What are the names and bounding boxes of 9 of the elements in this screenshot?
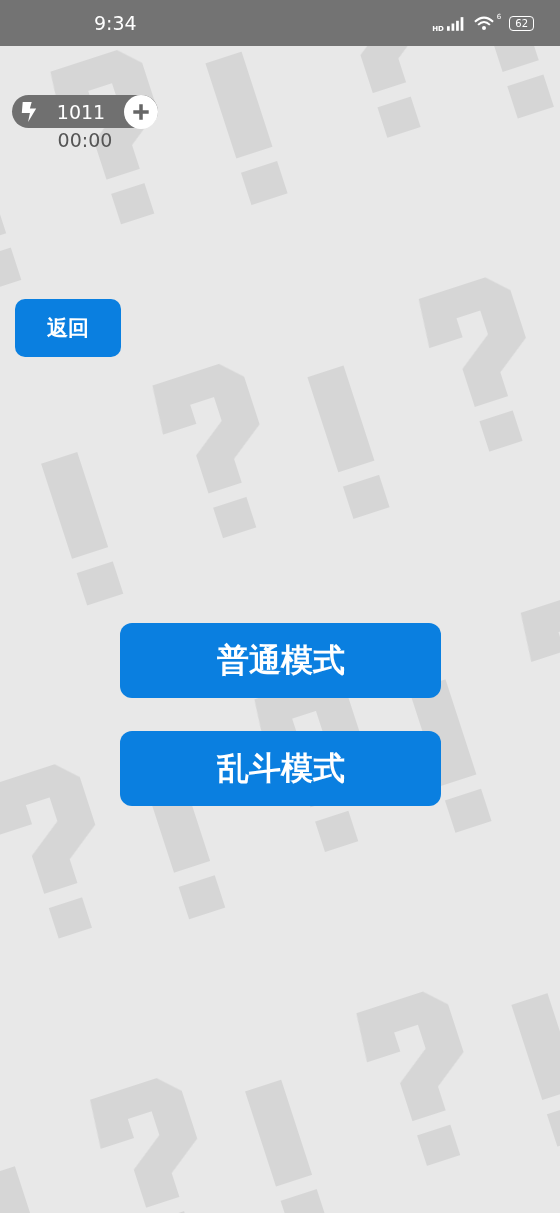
mode-button[interactable]: 乱斗模式	[120, 731, 441, 806]
lightning-icon	[20, 100, 38, 123]
back-button[interactable]: 返回	[15, 299, 121, 357]
battery-icon: 62	[509, 15, 534, 31]
status-time: 9:34	[94, 12, 137, 34]
energy-count: 1011	[55, 100, 107, 123]
wifi-icon	[473, 15, 494, 31]
timer-text: 00:00	[57, 129, 113, 151]
mode-button[interactable]: 普通模式	[120, 623, 441, 698]
